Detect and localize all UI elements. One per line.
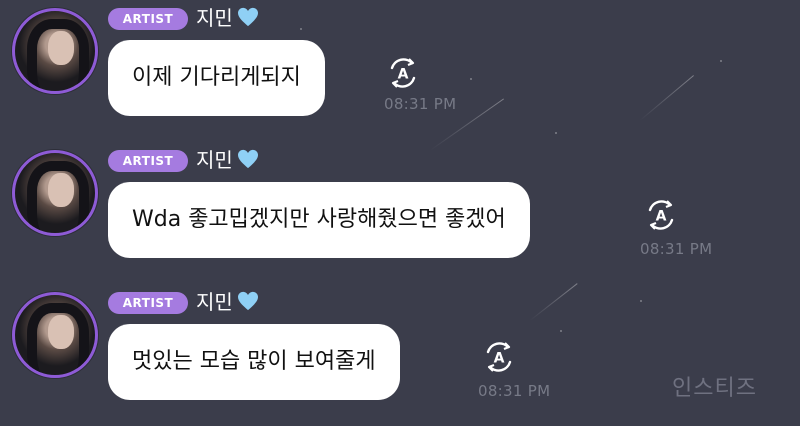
artist-name: 지민 — [196, 148, 259, 172]
light-blue-heart-icon — [237, 7, 258, 27]
artist-name-text: 지민 — [196, 290, 233, 314]
artist-badge: ARTIST — [108, 8, 188, 30]
translate-icon[interactable]: A — [642, 196, 680, 234]
translate-icon[interactable]: A — [384, 54, 422, 92]
artist-badge: ARTIST — [108, 292, 188, 314]
light-blue-heart-icon — [237, 291, 258, 311]
artist-name-text: 지민 — [196, 6, 233, 30]
watermark: 인스티즈 — [672, 376, 757, 401]
svg-text:A: A — [494, 351, 505, 367]
background-star — [300, 28, 302, 30]
message-timestamp: 08:31 PM — [640, 240, 713, 258]
background-streak — [529, 283, 578, 321]
light-blue-heart-icon — [237, 149, 258, 169]
artist-name: 지민 — [196, 290, 259, 314]
background-star — [470, 78, 472, 80]
background-streak — [639, 75, 694, 121]
artist-badge: ARTIST — [108, 150, 188, 172]
artist-avatar[interactable] — [12, 150, 98, 236]
background-star — [560, 330, 562, 332]
message-bubble[interactable]: Wda 좋고밉겠지만 사랑해줬으면 좋겠어 — [108, 182, 530, 258]
artist-avatar[interactable] — [12, 8, 98, 94]
message-bubble[interactable]: 멋있는 모습 많이 보여줄게 — [108, 324, 400, 400]
background-star — [720, 60, 722, 62]
message-timestamp: 08:31 PM — [478, 382, 551, 400]
message-bubble[interactable]: 이제 기다리게되지 — [108, 40, 325, 116]
svg-text:A: A — [656, 209, 667, 225]
background-star — [640, 300, 642, 302]
artist-name: 지민 — [196, 6, 259, 30]
translate-icon[interactable]: A — [480, 338, 518, 376]
svg-text:A: A — [398, 67, 409, 83]
artist-avatar[interactable] — [12, 292, 98, 378]
message-timestamp: 08:31 PM — [384, 95, 457, 113]
artist-name-text: 지민 — [196, 148, 233, 172]
background-star — [555, 132, 557, 134]
